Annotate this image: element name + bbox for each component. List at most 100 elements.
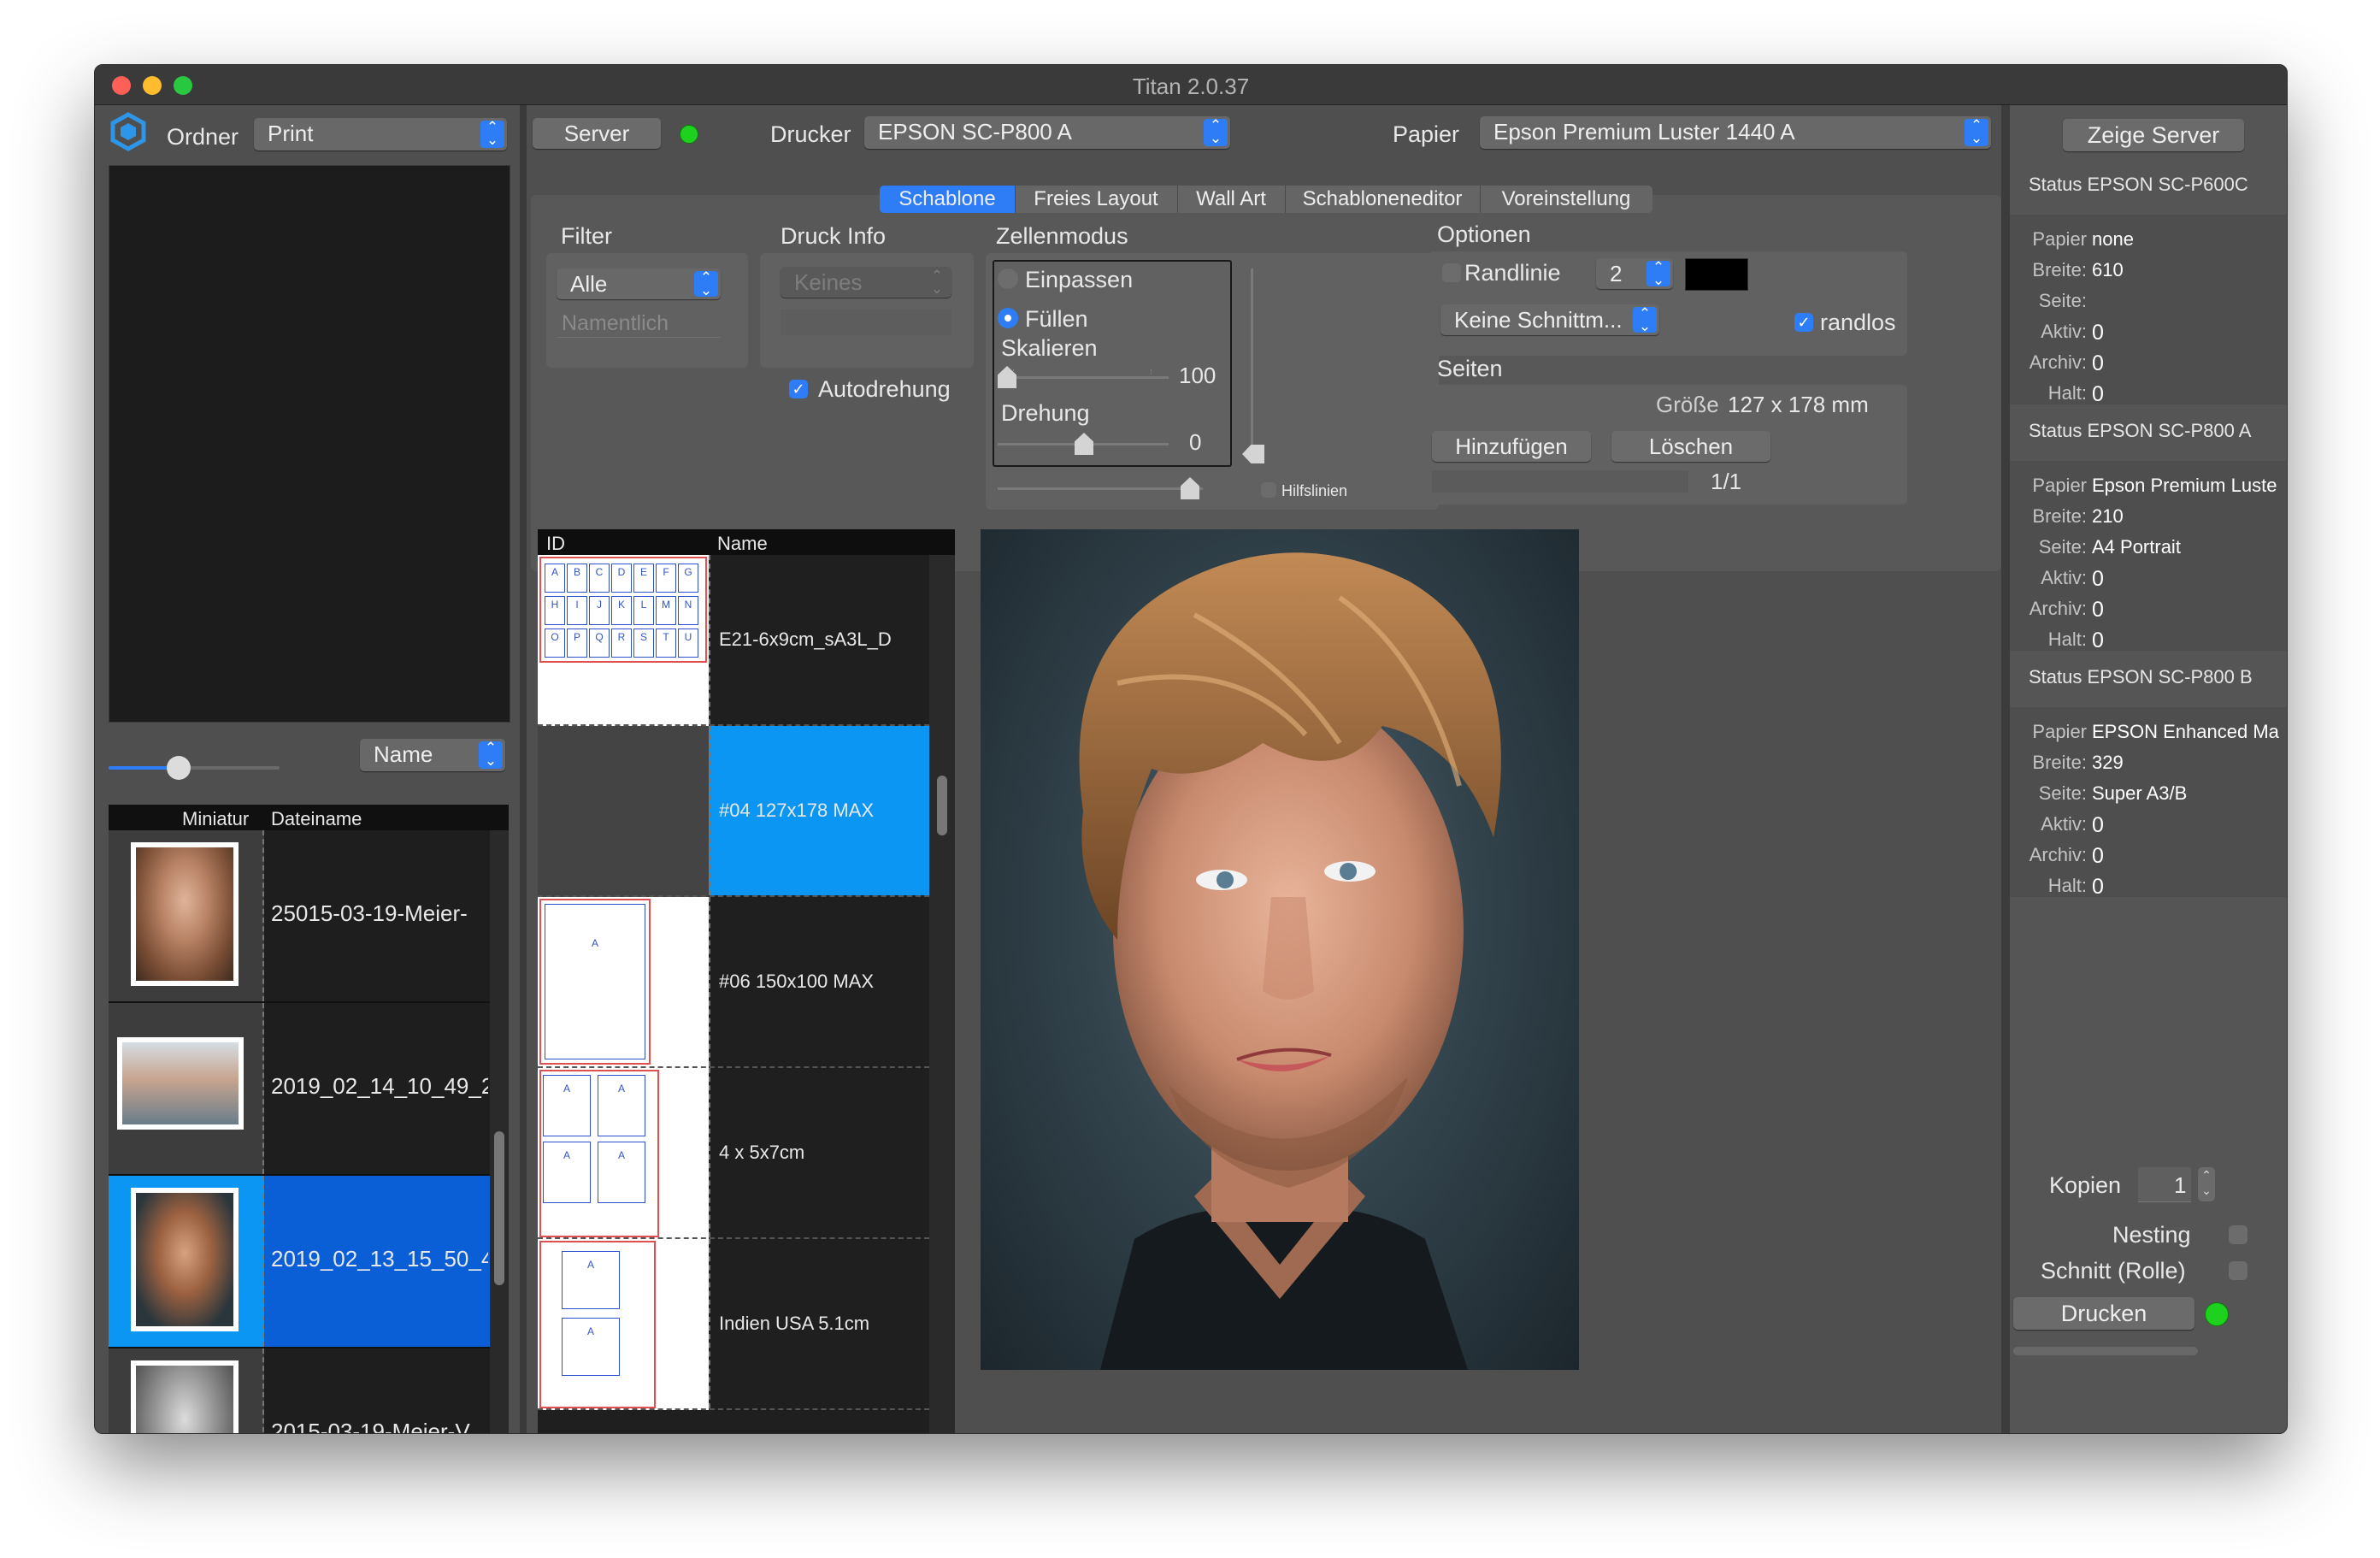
chevron-updown-icon: ⌃ ⌄ [1647,260,1670,287]
template-row[interactable]: #04 127x178 MAX [538,726,931,897]
template-name-cell: E21-6x9cm_sA3L_D [709,555,931,724]
randlinie-width-value: 2 [1610,261,1623,286]
status-value-archiv: 0 [2092,351,2104,375]
horizontal-slider[interactable] [998,475,1203,501]
template-name-cell: Indien USA 5.1cm [709,1239,931,1408]
show-server-button[interactable]: Zeige Server [2063,119,2244,151]
randlos-checkbox[interactable]: ✓ [1794,313,1813,332]
printer-select[interactable]: EPSON SC-P800 A ⌃ ⌄ [864,116,1230,149]
filter-title: Filter [561,223,612,249]
name-filter-input[interactable]: Namentlich [557,308,721,338]
schnitt-checkbox[interactable] [2229,1261,2247,1280]
status-value-breite: 610 [2092,259,2124,280]
groesse-value: 127 x 178 mm [1728,392,1869,417]
horizontal-slider-knob[interactable] [1181,477,1199,499]
nesting-checkbox[interactable] [2229,1225,2247,1244]
template-list[interactable]: ID Name A B C D E F G H I J K L M N O P Q R S T U E21-6x9cm_s… [538,529,955,1433]
thumbnail-size-slider[interactable] [109,755,280,781]
filter-box: Alle ⌃ ⌄ Namentlich [546,253,748,368]
template-row[interactable]: AAAA 4 x 5x7cm [538,1068,931,1239]
thumbnail-cell [109,830,264,1001]
template-row[interactable]: A A Indien USA 5.1cm [538,1239,931,1410]
file-row[interactable]: 25015-03-19-Meier- [109,830,490,1003]
status-key-seite: Seite: [2038,536,2087,558]
tab-voreinstellung[interactable]: Voreinstellung [1480,186,1652,213]
header-id[interactable]: ID [546,533,565,555]
thumbnail-image [131,1188,239,1331]
file-list-scrollbar[interactable] [490,830,509,1433]
vertical-slider-knob[interactable] [1242,445,1264,463]
kopien-stepper[interactable]: 1 ⌃ ⌄ [2138,1167,2218,1202]
status-key-halt: Halt: [2047,875,2087,896]
window-title: Titan 2.0.37 [1132,74,1250,99]
slider-knob[interactable] [167,756,191,780]
template-thumbnail [538,726,709,897]
header-thumb[interactable]: Miniatur [182,808,249,830]
portrait-image [1079,552,1501,1370]
file-row[interactable]: 2019_02_13_15_50_48 [109,1176,490,1348]
randlinie-checkbox[interactable] [1442,263,1461,282]
drehung-slider[interactable] [998,431,1169,457]
template-list-scrollbar[interactable] [929,555,955,1433]
page-progress [1432,470,1688,493]
drehung-label: Drehung [1001,400,1090,426]
app-logo-icon [109,112,148,151]
sort-select[interactable]: Name ⌃ ⌄ [360,739,505,771]
drehung-knob[interactable] [1075,433,1093,455]
kopien-stepper-arrows[interactable]: ⌃ ⌄ [2198,1167,2215,1201]
einpassen-radio[interactable] [998,269,1018,289]
paper-value: Epson Premium Luster 1440 A [1493,119,1795,145]
template-row[interactable]: A #06 150x100 MAX [538,897,931,1068]
tab-schablone[interactable]: Schablone [880,186,1016,213]
server-button[interactable]: Server [533,118,661,149]
kopien-value[interactable]: 1 [2174,1172,2186,1199]
page-indicator: 1/1 [1711,469,1742,494]
hilfslinien-checkbox[interactable] [1261,482,1276,498]
tab-schabloneneditor[interactable]: Schabloneneditor [1285,186,1481,213]
tab-freies-layout[interactable]: Freies Layout [1015,186,1178,213]
thumbnail-cell [109,1348,264,1433]
folder-select[interactable]: Print ⌃ ⌄ [254,118,507,150]
chevron-updown-icon: ⌃ ⌄ [1633,306,1657,333]
status-key-aktiv: Aktiv: [2041,567,2087,588]
skalieren-slider[interactable] [998,364,1169,390]
add-page-button[interactable]: Hinzufügen [1432,431,1591,462]
template-list-header: ID Name [538,529,955,555]
chevron-updown-icon: ⌃ ⌄ [480,120,504,148]
status-key-papier: Papier [2032,475,2087,496]
file-list[interactable]: Miniatur Dateiname 25015-03-19-Meier- 201… [109,805,509,1433]
schnittmarken-select[interactable]: Keine Schnittm... ⌃ ⌄ [1440,304,1659,335]
tab-wall-art[interactable]: Wall Art [1177,186,1286,213]
autodrehung-checkbox[interactable]: ✓ [789,380,808,398]
print-progress [2013,1347,2198,1355]
vertical-slider[interactable] [1239,269,1264,465]
filter-select[interactable]: Alle ⌃ ⌄ [557,269,721,299]
fuellen-radio[interactable] [998,308,1018,328]
status-key-halt: Halt: [2047,629,2087,650]
randlinie-width-stepper[interactable]: 2 ⌃ ⌄ [1596,258,1673,289]
status-key-seite: Seite: [2038,782,2087,804]
kopien-label: Kopien [2049,1172,2122,1198]
delete-page-button[interactable]: Löschen [1611,431,1770,462]
status-value-seite: Super A3/B [2092,782,2188,804]
printer-status-title-text: Status EPSON SC-P800 B [2029,666,2253,688]
header-filename[interactable]: Dateiname [271,808,362,830]
file-row[interactable]: 2015-03-19-Meier-V [109,1348,490,1433]
template-row[interactable]: A B C D E F G H I J K L M N O P Q R S T U E21-6x9cm_sA3L_D [538,555,931,726]
server-status-indicator [680,125,698,144]
status-key-breite: Breite: [2032,259,2087,280]
photo-preview[interactable] [981,529,1579,1370]
template-thumbnail: ABCDEFGHIJKLMNOPQRSTU [538,555,709,726]
randlos-label: randlos [1820,310,1896,335]
status-value-seite: A4 Portrait [2092,536,2181,558]
druckinfo-select[interactable]: Keines ⌃ ⌄ [781,267,951,298]
printer-status-title: Status EPSON SC-P600C [2010,165,2287,210]
randlinie-color-well[interactable] [1685,258,1748,291]
file-name: 2019_02_13_15_50_48 [271,1246,488,1272]
template-name: Indien USA 5.1cm [719,1313,870,1334]
nesting-label: Nesting [2112,1222,2191,1248]
header-name[interactable]: Name [717,533,768,555]
paper-select[interactable]: Epson Premium Luster 1440 A ⌃ ⌄ [1480,116,1991,149]
print-button[interactable]: Drucken [2013,1297,2194,1330]
file-row[interactable]: 2019_02_14_10_49_2! [109,1003,490,1176]
